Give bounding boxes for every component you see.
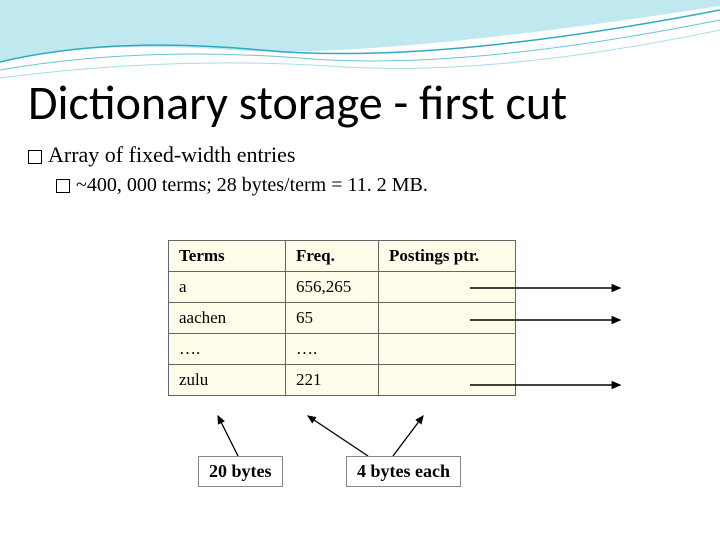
cell-ptr (379, 365, 516, 396)
th-freq: Freq. (286, 241, 379, 272)
slide-title: Dictionary storage - first cut (28, 78, 692, 128)
th-ptr: Postings ptr. (379, 241, 516, 272)
cell-freq: 65 (286, 303, 379, 334)
bullet-2-text: ~400, 000 terms; 28 bytes/term = 11. 2 M… (76, 174, 428, 196)
bullet-level-2: ~400, 000 terms; 28 bytes/term = 11. 2 M… (56, 174, 692, 197)
cell-term: a (169, 272, 286, 303)
th-terms: Terms (169, 241, 286, 272)
bullet-level-1: Array of fixed-width entries (28, 142, 692, 168)
cell-term: aachen (169, 303, 286, 334)
bullet-box-icon (28, 150, 42, 164)
bullet-box-icon (56, 179, 70, 193)
label-4-bytes-each: 4 bytes each (346, 456, 461, 487)
byte-label-arrows (168, 412, 528, 460)
table-row: …. …. (169, 334, 516, 365)
bullet-1-text: Array of fixed-width entries (48, 142, 295, 167)
table-row: aachen 65 (169, 303, 516, 334)
label-20-bytes: 20 bytes (198, 456, 283, 487)
cell-freq: …. (286, 334, 379, 365)
table-row: a 656,265 (169, 272, 516, 303)
cell-freq: 221 (286, 365, 379, 396)
dictionary-table: Terms Freq. Postings ptr. a 656,265 aach… (168, 240, 516, 396)
table-row: zulu 221 (169, 365, 516, 396)
cell-ptr (379, 334, 516, 365)
cell-ptr (379, 272, 516, 303)
cell-term: …. (169, 334, 286, 365)
cell-term: zulu (169, 365, 286, 396)
cell-ptr (379, 303, 516, 334)
cell-freq: 656,265 (286, 272, 379, 303)
